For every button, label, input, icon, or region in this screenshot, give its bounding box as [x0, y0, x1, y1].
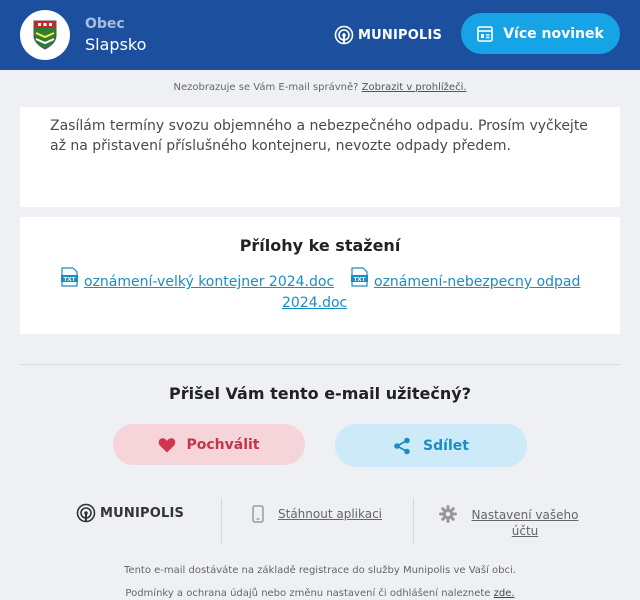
attachment-link-1[interactable]: oznámení-velký kontejner 2024.doc [84, 274, 334, 290]
settings-link-line1: Nastavení vašeho [471, 508, 579, 522]
email-header: Obec Slapsko MUNIPOLIS Více novinek [0, 0, 640, 70]
org-label: Obec [85, 16, 125, 32]
gear-icon [439, 505, 457, 523]
more-news-button[interactable]: Více novinek [461, 13, 620, 54]
attachments-card: Přílohy ke stažení TXT oznámení-velký ko… [20, 217, 620, 334]
svg-text:TXT: TXT [354, 277, 366, 283]
section-divider [20, 364, 620, 365]
registration-note: Tento e-mail dostáváte na základě regist… [124, 565, 516, 576]
message-card: Zasílám termíny svozu objemného a nebezp… [20, 107, 620, 207]
footer-separator [221, 498, 222, 544]
notice-text: Nezobrazuje se Vám E-mail správně? [173, 82, 359, 93]
share-icon [394, 437, 410, 454]
like-label: Pochválit [186, 436, 260, 453]
org-name: Slapsko [85, 35, 147, 54]
account-settings-link[interactable]: Nastavení vašeho účtu [462, 507, 588, 539]
footer-brand-name: MUNIPOLIS [100, 505, 185, 521]
like-button[interactable]: Pochválit [113, 424, 305, 465]
more-news-label: Více novinek [503, 25, 604, 42]
terms-link[interactable]: zde. [494, 588, 515, 599]
settings-link-line2: účtu [511, 524, 539, 538]
broadcast-icon [76, 503, 96, 523]
coat-of-arms-icon [33, 20, 57, 50]
svg-text:TXT: TXT [64, 277, 76, 283]
broadcast-icon [334, 25, 354, 45]
share-button[interactable]: Sdílet [335, 424, 527, 467]
txt-file-icon: TXT [351, 267, 368, 287]
terms-note: Podmínky a ochrana údajů nebo změnu nast… [0, 588, 640, 599]
smartphone-icon [252, 505, 264, 523]
attachment-link-2[interactable]: oznámení-nebezpecny odpad [374, 274, 580, 290]
munipolis-header-logo: MUNIPOLIS [334, 24, 442, 46]
news-icon [477, 25, 494, 42]
terms-text: Podmínky a ochrana údajů nebo změnu nast… [125, 588, 491, 599]
munipolis-footer-logo[interactable]: MUNIPOLIS [76, 503, 184, 523]
attachment-link-2-cont[interactable]: 2024.doc [282, 295, 347, 311]
download-app-link[interactable]: Stáhnout aplikaci [278, 507, 382, 521]
message-text: Zasílám termíny svozu objemného a nebezp… [50, 118, 588, 154]
heart-icon [159, 437, 176, 452]
view-in-browser-notice: Nezobrazuje se Vám E-mail správně? Zobra… [0, 82, 640, 93]
brand-name: MUNIPOLIS [358, 27, 443, 43]
txt-file-icon: TXT [61, 267, 78, 287]
feedback-question: Přišel Vám tento e-mail užitečný? [169, 384, 471, 403]
view-in-browser-link[interactable]: Zobrazit v prohlížeči. [362, 82, 467, 93]
footer-separator [413, 498, 414, 544]
municipality-logo [20, 10, 70, 60]
attachments-title: Přílohy ke stažení [239, 236, 401, 255]
share-label: Sdílet [423, 437, 469, 454]
